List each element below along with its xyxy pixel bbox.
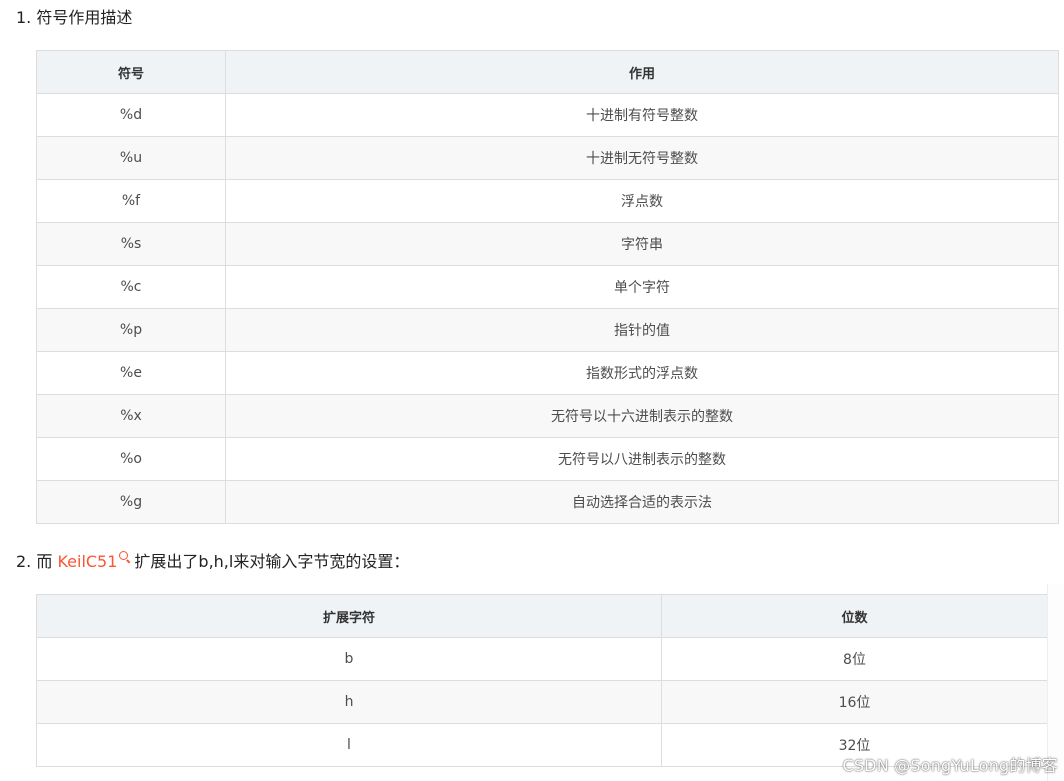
format-specifier-table: 符号 作用 %d 十进制有符号整数 %u 十进制无符号整数 %f 浮点数 %s … [36, 50, 1059, 524]
function-cell: 自动选择合适的表示法 [225, 480, 1059, 524]
function-cell: 指数形式的浮点数 [225, 351, 1059, 395]
function-cell: 无符号以八进制表示的整数 [225, 437, 1059, 481]
extension-char-cell: b [36, 637, 662, 681]
section-2-heading: 2. 而 KeilC51 扩展出了b,h,l来对输入字节宽的设置： [16, 551, 409, 572]
function-cell: 指针的值 [225, 308, 1059, 352]
column-header-bits: 位数 [661, 594, 1048, 638]
table-header-row: 扩展字符 位数 [36, 594, 1048, 638]
table-row: h 16位 [36, 680, 1048, 724]
function-cell: 浮点数 [225, 179, 1059, 223]
symbol-cell: %s [36, 222, 226, 266]
table-row: %s 字符串 [36, 222, 1059, 266]
table-row: %c 单个字符 [36, 265, 1059, 309]
bits-cell: 8位 [661, 637, 1048, 681]
symbol-cell: %u [36, 136, 226, 180]
function-cell: 无符号以十六进制表示的整数 [225, 394, 1059, 438]
table-row: %p 指针的值 [36, 308, 1059, 352]
symbol-cell: %d [36, 93, 226, 137]
column-header-extension-char: 扩展字符 [36, 594, 662, 638]
column-header-symbol: 符号 [36, 50, 226, 94]
bits-cell: 16位 [661, 680, 1048, 724]
table-header-row: 符号 作用 [36, 50, 1059, 94]
heading-suffix: 扩展出了b,h,l来对输入字节宽的设置： [134, 552, 410, 571]
extension-char-cell: h [36, 680, 662, 724]
table-row: %d 十进制有符号整数 [36, 93, 1059, 137]
column-header-function: 作用 [225, 50, 1059, 94]
watermark: CSDN @SongYuLong的博客 [842, 756, 1058, 775]
function-cell: 十进制无符号整数 [225, 136, 1059, 180]
symbol-cell: %f [36, 179, 226, 223]
table-row: %u 十进制无符号整数 [36, 136, 1059, 180]
function-cell: 字符串 [225, 222, 1059, 266]
symbol-cell: %g [36, 480, 226, 524]
table-row: %f 浮点数 [36, 179, 1059, 223]
heading-prefix: 2. 而 [16, 552, 58, 571]
symbol-cell: %x [36, 394, 226, 438]
table-row: %e 指数形式的浮点数 [36, 351, 1059, 395]
table-row: %g 自动选择合适的表示法 [36, 480, 1059, 524]
function-cell: 十进制有符号整数 [225, 93, 1059, 137]
extension-char-cell: l [36, 723, 662, 767]
width-modifier-table: 扩展字符 位数 b 8位 h 16位 l 32位 [36, 594, 1048, 767]
symbol-cell: %p [36, 308, 226, 352]
table-row: %o 无符号以八进制表示的整数 [36, 437, 1059, 481]
section-1-heading: 1. 符号作用描述 [16, 8, 133, 27]
symbol-cell: %e [36, 351, 226, 395]
search-icon[interactable] [119, 551, 130, 563]
function-cell: 单个字符 [225, 265, 1059, 309]
symbol-cell: %o [36, 437, 226, 481]
table-row: b 8位 [36, 637, 1048, 681]
symbol-cell: %c [36, 265, 226, 309]
keilc51-link[interactable]: KeilC51 [57, 552, 117, 571]
table-row: %x 无符号以十六进制表示的整数 [36, 394, 1059, 438]
